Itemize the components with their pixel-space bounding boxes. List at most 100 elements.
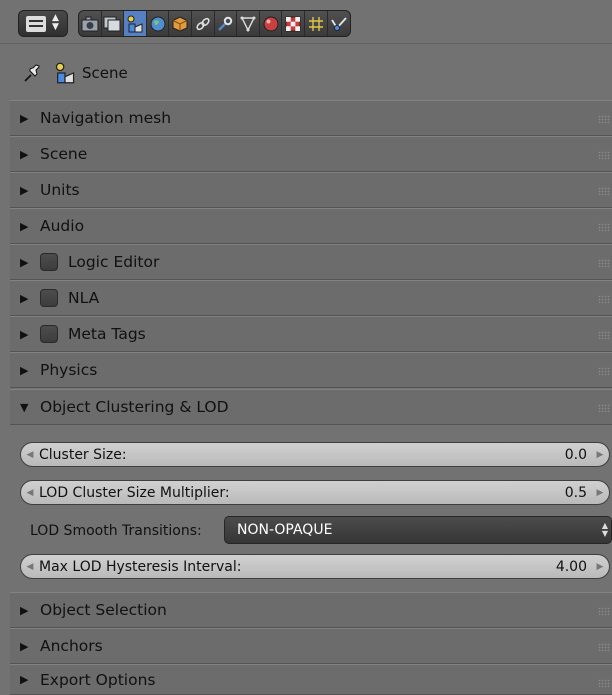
drag-grip-icon[interactable] <box>598 295 610 303</box>
cluster-size-value: 0.0 <box>564 446 587 463</box>
object-tab[interactable] <box>169 11 192 36</box>
modifiers-tab[interactable] <box>215 11 238 36</box>
panel-scene[interactable]: ▶ Scene <box>10 136 612 172</box>
panel-label: Physics <box>40 361 98 379</box>
render-tab[interactable] <box>79 11 102 36</box>
lod-multiplier-field[interactable]: ◀ LOD Cluster Size Multiplier: 0.5 ▶ <box>20 480 610 505</box>
constraints-tab[interactable] <box>192 11 215 36</box>
particles-tab[interactable] <box>305 11 328 36</box>
decrement-arrow-icon[interactable]: ◀ <box>21 562 39 572</box>
pin-button[interactable] <box>22 62 44 84</box>
scene-tab[interactable] <box>124 11 147 36</box>
enable-checkbox[interactable] <box>40 253 58 271</box>
collapsed-triangle-icon: ▶ <box>20 111 29 125</box>
world-icon <box>150 16 166 31</box>
collapsed-triangle-icon: ▶ <box>20 639 29 653</box>
panel-export-options[interactable]: ▶ Export Options <box>10 664 612 695</box>
panel-logic-editor[interactable]: ▶ Logic Editor <box>10 244 612 280</box>
hysteresis-label: Max LOD Hysteresis Interval: <box>39 558 242 575</box>
scene-context-icon <box>54 62 76 84</box>
panel-units[interactable]: ▶ Units <box>10 172 612 208</box>
particles-icon <box>308 16 323 31</box>
editor-type-button[interactable]: ▲ ▼ <box>18 10 68 37</box>
scene-icon <box>127 15 143 32</box>
updown-arrows-icon: ▲ ▼ <box>601 521 608 538</box>
drag-grip-icon[interactable] <box>598 223 610 231</box>
lod-smooth-label: LOD Smooth Transitions: <box>30 523 202 539</box>
panel-label: Logic Editor <box>68 253 160 271</box>
panel-label: Scene <box>40 145 88 163</box>
collapsed-triangle-icon: ▶ <box>20 219 29 233</box>
drag-grip-icon[interactable] <box>598 115 610 123</box>
lod-smooth-value: NON-OPAQUE <box>237 522 333 538</box>
context-tab-strip <box>78 10 352 37</box>
drag-grip-icon[interactable] <box>598 607 610 615</box>
drag-grip-icon[interactable] <box>598 187 610 195</box>
drag-grip-icon[interactable] <box>598 259 610 267</box>
panel-meta-tags[interactable]: ▶ Meta Tags <box>10 316 612 352</box>
drag-grip-icon[interactable] <box>598 367 610 375</box>
cluster-size-field[interactable]: ◀ Cluster Size: 0.0 ▶ <box>20 442 610 467</box>
material-sphere-icon <box>263 16 279 31</box>
camera-icon <box>81 16 99 31</box>
updown-arrows-icon: ▲ ▼ <box>52 13 59 32</box>
collapsed-triangle-icon: ▶ <box>20 183 29 197</box>
pin-icon <box>24 64 40 82</box>
texture-tab[interactable] <box>282 11 305 36</box>
lod-multiplier-value: 0.5 <box>564 484 587 501</box>
panel-label: Export Options <box>40 670 156 689</box>
link-icon <box>196 17 210 30</box>
mesh-data-icon <box>240 16 256 32</box>
expanded-triangle-icon: ▼ <box>20 400 29 414</box>
drag-grip-icon[interactable] <box>598 331 610 339</box>
increment-arrow-icon[interactable]: ▶ <box>591 450 609 460</box>
panel-nla[interactable]: ▶ NLA <box>10 280 612 316</box>
collapsed-triangle-icon: ▶ <box>20 255 29 269</box>
panel-label: NLA <box>68 289 100 307</box>
context-path: Scene <box>0 56 128 90</box>
properties-editor-icon <box>26 16 46 32</box>
panel-physics[interactable]: ▶ Physics <box>10 352 612 388</box>
drag-grip-icon[interactable] <box>598 679 610 687</box>
data-tab[interactable] <box>237 11 260 36</box>
collapsed-triangle-icon: ▶ <box>20 291 29 305</box>
properties-header: ▲ ▼ <box>0 0 612 44</box>
panel-anchors[interactable]: ▶ Anchors <box>10 628 612 664</box>
cube-icon <box>172 15 188 32</box>
panel-audio[interactable]: ▶ Audio <box>10 208 612 244</box>
drag-grip-icon[interactable] <box>598 151 610 159</box>
lod-smooth-dropdown[interactable]: NON-OPAQUE ▲ ▼ <box>224 516 612 544</box>
render-layers-tab[interactable] <box>102 11 125 36</box>
panel-label: Object Clustering & LOD <box>40 398 229 416</box>
hysteresis-value: 4.00 <box>555 558 587 575</box>
world-tab[interactable] <box>147 11 170 36</box>
physics-icon <box>331 16 347 31</box>
panel-navigation-mesh[interactable]: ▶ Navigation mesh <box>10 100 612 136</box>
cluster-size-label: Cluster Size: <box>39 446 127 463</box>
enable-checkbox[interactable] <box>40 325 58 343</box>
panel-label: Object Selection <box>40 601 167 619</box>
panel-label: Navigation mesh <box>40 109 172 127</box>
increment-arrow-icon[interactable]: ▶ <box>591 562 609 572</box>
panel-label: Units <box>40 181 80 199</box>
drag-grip-icon[interactable] <box>598 404 610 412</box>
collapsed-triangle-icon: ▶ <box>20 363 29 377</box>
wrench-icon <box>218 16 233 31</box>
material-tab[interactable] <box>260 11 283 36</box>
scene-name-label: Scene <box>82 64 128 82</box>
panel-label: Anchors <box>40 637 103 655</box>
physics-tab[interactable] <box>328 11 351 36</box>
collapsed-triangle-icon: ▶ <box>20 147 29 161</box>
hysteresis-field[interactable]: ◀ Max LOD Hysteresis Interval: 4.00 ▶ <box>20 554 610 579</box>
collapsed-triangle-icon: ▶ <box>20 603 29 617</box>
decrement-arrow-icon[interactable]: ◀ <box>21 488 39 498</box>
panel-object-selection[interactable]: ▶ Object Selection <box>10 592 612 628</box>
collapsed-triangle-icon: ▶ <box>20 673 29 686</box>
enable-checkbox[interactable] <box>40 289 58 307</box>
drag-grip-icon[interactable] <box>598 643 610 651</box>
panel-label: Meta Tags <box>68 325 146 343</box>
decrement-arrow-icon[interactable]: ◀ <box>21 450 39 460</box>
lod-multiplier-label: LOD Cluster Size Multiplier: <box>39 484 230 501</box>
panel-object-clustering-lod[interactable]: ▼ Object Clustering & LOD <box>10 389 612 425</box>
increment-arrow-icon[interactable]: ▶ <box>591 488 609 498</box>
